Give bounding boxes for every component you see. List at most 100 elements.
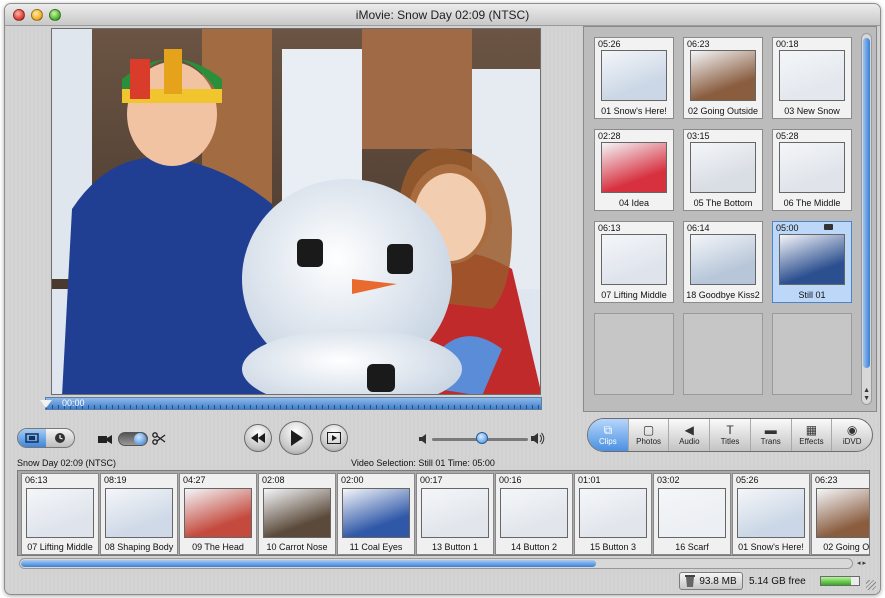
clip-viewer-scroll-arrows[interactable]: ◂ ▸ [857, 559, 866, 567]
pane-button-audio[interactable]: ◀ Audio [669, 419, 711, 451]
disk-space-fill [821, 577, 852, 585]
clip-name: 09 The Head [192, 542, 244, 552]
clip-thumbnail [816, 488, 869, 538]
clip-thumbnail [579, 488, 647, 538]
imovie-window: iMovie: Snow Day 02:09 (NTSC) 00:00 05:2… [4, 3, 881, 595]
clip-thumbnail [690, 142, 756, 193]
still-badge-icon [824, 224, 833, 230]
pane-button-titles[interactable]: T Titles [710, 419, 751, 451]
timeline-clip[interactable]: 06:13 07 Lifting Middle [21, 473, 99, 555]
pane-button-trans[interactable]: ▬ Trans [751, 419, 792, 451]
shelf-clip[interactable]: 03:15 05 The Bottom [683, 129, 763, 211]
pane-button-photos[interactable]: ▢ Photos [629, 419, 670, 451]
clip-viewer-button[interactable] [18, 429, 46, 447]
timeline-clip[interactable]: 08:19 08 Shaping Body [100, 473, 178, 555]
empty-shelf-slot[interactable] [683, 313, 763, 395]
full-screen-play-icon [327, 432, 341, 444]
pane-label: iDVD [842, 437, 862, 446]
rewind-button[interactable] [244, 424, 272, 452]
effects-icon: ▦ [805, 423, 818, 437]
clip-duration: 02:28 [598, 131, 621, 141]
clip-duration: 02:00 [341, 475, 364, 485]
clip-duration: 00:17 [420, 475, 443, 485]
pane-button-bar: ⧉ Clips ▢ Photos ◀ Audio T Titles ▬ Trans ▦ Effects… [587, 418, 873, 452]
clip-duration: 05:26 [598, 39, 621, 49]
clip-duration: 03:15 [687, 131, 710, 141]
clip-duration: 02:08 [262, 475, 285, 485]
clip-duration: 06:23 [687, 39, 710, 49]
volume-low-icon [419, 434, 426, 444]
play-full-screen-button[interactable] [320, 424, 348, 452]
pane-button-clips[interactable]: ⧉ Clips [588, 419, 629, 451]
scrubber-time: 00:00 [62, 398, 85, 408]
clip-name: 13 Button 1 [431, 542, 479, 552]
volume-knob[interactable] [476, 432, 488, 444]
clip-name: 03 New Snow [784, 106, 840, 116]
view-mode-toggle[interactable] [17, 428, 75, 448]
clip-name: 15 Button 3 [589, 542, 637, 552]
clip-name: 08 Shaping Body [104, 542, 174, 552]
clip-duration: 06:13 [25, 475, 48, 485]
shelf-scrollbar[interactable] [861, 33, 872, 405]
clip-name: 11 Coal Eyes [349, 542, 403, 552]
shelf-clip[interactable]: 06:14 18 Goodbye Kiss2 [683, 221, 763, 303]
play-icon [291, 430, 303, 446]
scrubber-bar[interactable]: 00:00 [40, 397, 542, 410]
empty-shelf-slot[interactable] [594, 313, 674, 395]
clip-name: 07 Lifting Middle [27, 542, 93, 552]
timeline-clip[interactable]: 02:08 10 Carrot Nose [258, 473, 336, 555]
clip-thumbnail [184, 488, 252, 538]
video-monitor[interactable] [51, 28, 541, 395]
clip-thumbnail [601, 234, 667, 285]
camera-edit-switch[interactable] [118, 432, 148, 446]
shelf-scroll-thumb[interactable] [863, 38, 870, 368]
timeline-clip[interactable]: 04:27 09 The Head [179, 473, 257, 555]
timeline-clip[interactable]: 03:02 16 Scarf [653, 473, 731, 555]
trash-button[interactable]: 93.8 MB [679, 572, 743, 590]
shelf-clip[interactable]: 05:28 06 The Middle [772, 129, 852, 211]
timeline-clip[interactable]: 05:26 01 Snow's Here! [732, 473, 810, 555]
shelf-clip[interactable]: 06:13 07 Lifting Middle [594, 221, 674, 303]
clip-duration: 06:23 [815, 475, 838, 485]
timeline-clip[interactable]: 06:23 02 Going Out [811, 473, 869, 555]
shelf-clip[interactable]: 05:00 Still 01 [772, 221, 852, 303]
play-button[interactable] [279, 421, 313, 455]
timeline-clip[interactable]: 01:01 15 Button 3 [574, 473, 652, 555]
clip-thumbnail [779, 234, 845, 285]
timeline-clip[interactable]: 00:17 13 Button 1 [416, 473, 494, 555]
trans-icon: ▬ [764, 423, 777, 437]
clip-duration: 04:27 [183, 475, 206, 485]
clip-viewer-scroll-thumb[interactable] [21, 560, 596, 567]
disk-space-meter [820, 576, 860, 586]
titles-icon: T [726, 423, 734, 437]
timeline-viewer-button[interactable] [46, 429, 74, 447]
empty-shelf-slot[interactable] [772, 313, 852, 395]
trash-icon [685, 575, 696, 587]
pane-button-effects[interactable]: ▦ Effects [792, 419, 833, 451]
clip-duration: 08:19 [104, 475, 127, 485]
clip-name: 01 Snow's Here! [738, 542, 804, 552]
clip-thumbnail [421, 488, 489, 538]
timeline-clip[interactable]: 00:16 14 Button 2 [495, 473, 573, 555]
clip-viewer-scrollbar[interactable] [19, 558, 853, 569]
rewind-icon [251, 433, 265, 443]
resize-grip[interactable] [866, 580, 876, 590]
clip-thumbnail [658, 488, 726, 538]
clip-name: 14 Button 2 [510, 542, 558, 552]
clip-name: 02 Going Outside [687, 106, 759, 116]
shelf-clip[interactable]: 06:23 02 Going Outside [683, 37, 763, 119]
pane-label: Clips [598, 437, 617, 446]
clip-name: Still 01 [798, 290, 826, 300]
pane-button-idvd[interactable]: ◉ iDVD [832, 419, 872, 451]
shelf-clip[interactable]: 05:26 01 Snow's Here! [594, 37, 674, 119]
clip-thumbnail [263, 488, 331, 538]
video-frame-image [52, 29, 540, 394]
clip-duration: 05:26 [736, 475, 759, 485]
playhead[interactable] [40, 400, 52, 408]
shelf-scroll-arrows[interactable]: ▲ ▼ [863, 387, 870, 403]
clip-duration: 06:14 [687, 223, 710, 233]
photos-icon: ▢ [642, 423, 655, 437]
timeline-clip[interactable]: 02:00 11 Coal Eyes [337, 473, 415, 555]
shelf-clip[interactable]: 00:18 03 New Snow [772, 37, 852, 119]
shelf-clip[interactable]: 02:28 04 Idea [594, 129, 674, 211]
